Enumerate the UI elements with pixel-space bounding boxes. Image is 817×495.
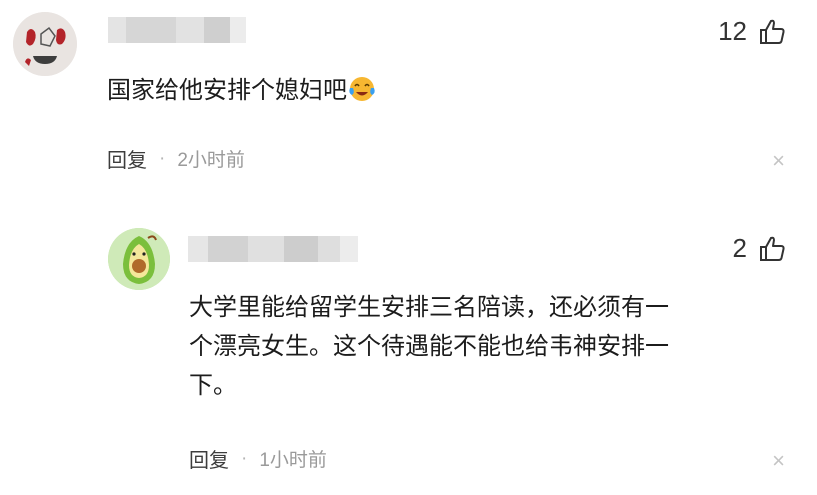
like-count: 2 <box>732 233 747 263</box>
like-count-button[interactable]: 2 <box>733 233 787 264</box>
avocado-avatar-icon <box>108 228 170 290</box>
comment-text-line: 下。 <box>189 372 237 399</box>
comment-text-line: 大学里能给留学生安排三名陪读，还必须有一 <box>189 294 669 321</box>
comment-meta: 回复 · 1小时前 <box>189 444 327 473</box>
avatar[interactable] <box>108 228 170 290</box>
close-button[interactable]: × <box>772 448 785 474</box>
comment-text: 大学里能给留学生安排三名陪读，还必须有一 个漂亮女生。这个待遇能不能也给韦神安排… <box>189 288 789 405</box>
timestamp: 1小时前 <box>259 450 327 471</box>
comment-text-line: 个漂亮女生。这个待遇能不能也给韦神安排一 <box>189 333 669 360</box>
reply-comment-item: 2 大学里能给留学生安排三名陪读，还必须有一 个漂亮女生。这个待遇能不能也给韦神… <box>0 0 817 495</box>
reply-button[interactable]: 回复 <box>189 444 229 473</box>
thumbs-up-icon <box>760 236 785 261</box>
separator-dot: · <box>241 447 248 469</box>
username-redacted <box>188 236 358 262</box>
